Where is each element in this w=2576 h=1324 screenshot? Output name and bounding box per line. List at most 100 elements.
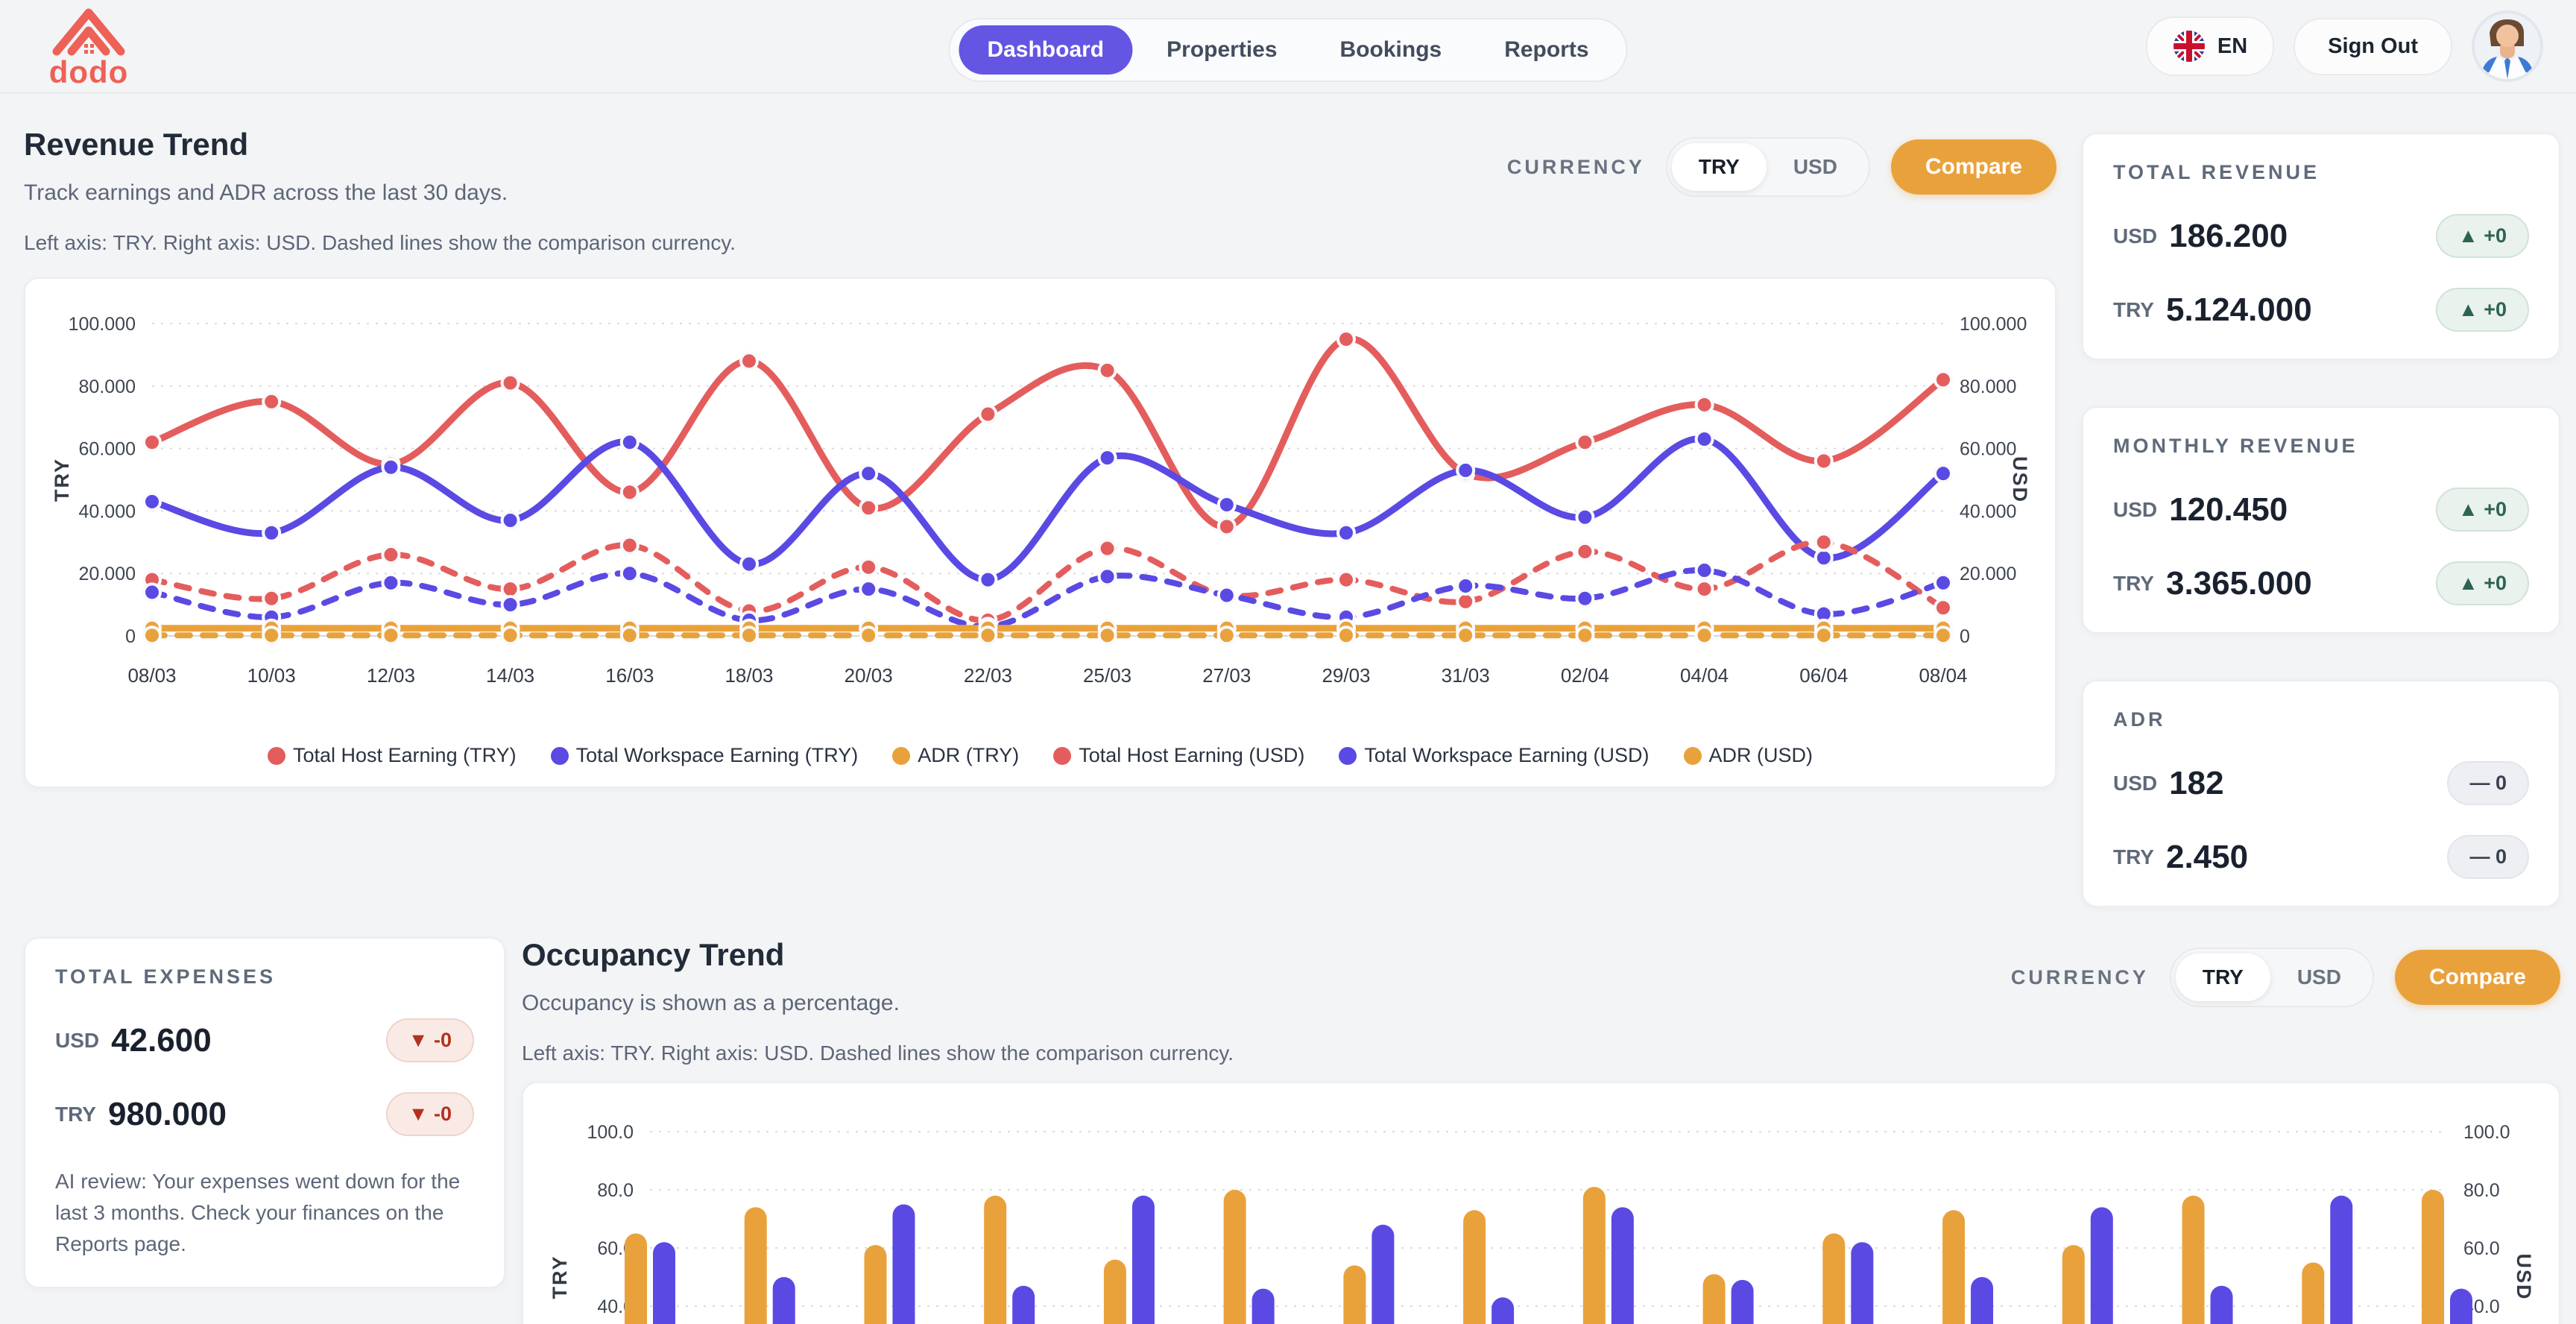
metric-badge: — 0 xyxy=(2447,835,2529,879)
currency-option-usd[interactable]: USD xyxy=(2270,953,2368,1001)
metric-currency: TRY xyxy=(2113,572,2154,596)
svg-text:29/03: 29/03 xyxy=(1322,664,1370,687)
revenue-currency-toggle: TRYUSD xyxy=(1666,137,1870,197)
svg-text:USD: USD xyxy=(2009,456,2031,503)
svg-text:80.000: 80.000 xyxy=(1960,376,2016,397)
metric-value: 3.365.000 xyxy=(2166,565,2312,602)
legend-item: Total Host Earning (TRY) xyxy=(268,744,517,767)
stats-sidebar: TOTAL REVENUEUSD186.200▲ +0TRY5.124.000▲… xyxy=(2082,133,2560,907)
metric-value: 980.000 xyxy=(108,1096,227,1133)
currency-option-usd[interactable]: USD xyxy=(1767,143,1864,191)
language-button[interactable]: EN xyxy=(2146,16,2274,76)
metric-badge: — 0 xyxy=(2447,761,2529,805)
stat-card-adr: ADRUSD182— 0TRY2.450— 0 xyxy=(2082,680,2560,907)
currency-option-try[interactable]: TRY xyxy=(1672,143,1767,191)
revenue-axis-note: Left axis: TRY. Right axis: USD. Dashed … xyxy=(24,231,736,255)
logo[interactable]: dodo xyxy=(33,2,145,90)
metric-row: USD42.600▼ -0 xyxy=(55,1018,474,1062)
revenue-header-text: Revenue Trend Track earnings and ADR acr… xyxy=(24,127,736,255)
legend-item: ADR (TRY) xyxy=(892,744,1019,767)
metric-currency: USD xyxy=(2113,498,2157,522)
svg-text:TRY: TRY xyxy=(549,1255,571,1299)
svg-text:14/03: 14/03 xyxy=(486,664,534,687)
svg-text:12/03: 12/03 xyxy=(367,664,415,687)
svg-text:27/03: 27/03 xyxy=(1202,664,1251,687)
legend-item: Total Host Earning (USD) xyxy=(1053,744,1304,767)
svg-text:06/04: 06/04 xyxy=(1799,664,1848,687)
metric-badge: ▲ +0 xyxy=(2436,488,2529,532)
nav-item-reports[interactable]: Reports xyxy=(1476,25,1617,75)
svg-text:TRY: TRY xyxy=(51,458,73,502)
expenses-ai-note: AI review: Your expenses went down for t… xyxy=(55,1166,474,1260)
app-header: dodo DashboardPropertiesBookingsReports … xyxy=(0,0,2576,94)
legend-dot xyxy=(551,747,569,765)
svg-text:0: 0 xyxy=(1960,626,1970,647)
legend-label: Total Host Earning (USD) xyxy=(1079,744,1304,767)
metric-badge: ▼ -0 xyxy=(386,1018,474,1062)
legend-dot xyxy=(892,747,910,765)
svg-text:80.000: 80.000 xyxy=(79,376,136,397)
revenue-section: Revenue Trend Track earnings and ADR acr… xyxy=(24,94,2056,907)
logo-text: dodo xyxy=(49,54,129,90)
metric-badge: ▲ +0 xyxy=(2436,288,2529,332)
revenue-compare-button[interactable]: Compare xyxy=(1891,139,2056,195)
main-content: Revenue Trend Track earnings and ADR acr… xyxy=(0,94,2576,1324)
svg-text:60.000: 60.000 xyxy=(1960,439,2016,460)
metric-value: 182 xyxy=(2169,765,2223,802)
occupancy-title: Occupancy Trend xyxy=(522,937,1234,973)
metric-value: 2.450 xyxy=(2166,839,2248,876)
user-avatar[interactable] xyxy=(2472,10,2543,82)
metric-row: TRY 3.365.000 ▲ +0 xyxy=(2113,561,2529,605)
metric-badge: ▲ +0 xyxy=(2436,561,2529,605)
uk-flag-icon xyxy=(2173,30,2206,63)
legend-label: Total Workspace Earning (TRY) xyxy=(576,744,859,767)
metric-currency: TRY xyxy=(2113,298,2154,322)
metric-currency: TRY xyxy=(55,1103,96,1126)
stat-card-title: TOTAL REVENUE xyxy=(2113,161,2529,184)
svg-text:20.000: 20.000 xyxy=(1960,564,2016,584)
occupancy-axis-note: Left axis: TRY. Right axis: USD. Dashed … xyxy=(522,1041,1234,1065)
revenue-line-chart: 0020.00020.00040.00040.00060.00060.00080… xyxy=(25,297,2055,733)
stat-card-title: MONTHLY REVENUE xyxy=(2113,435,2529,458)
legend-dot xyxy=(1339,747,1357,765)
svg-text:100.0: 100.0 xyxy=(587,1122,634,1143)
legend-item: Total Workspace Earning (TRY) xyxy=(551,744,859,767)
occupancy-controls: CURRENCY TRYUSD Compare xyxy=(2011,948,2560,1007)
currency-label: CURRENCY xyxy=(2011,966,2149,989)
stat-card-total-revenue: TOTAL REVENUE USD186.200▲ +0 TRY 5.124.000 ▲… xyxy=(2082,133,2560,360)
metric-value: 120.450 xyxy=(2169,491,2288,529)
metric-row: USD186.200▲ +0 xyxy=(2113,214,2529,258)
currency-option-try[interactable]: TRY xyxy=(2176,953,2270,1001)
expenses-card-title: TOTAL EXPENSES xyxy=(55,965,474,989)
svg-text:80.0: 80.0 xyxy=(2463,1180,2500,1201)
sign-out-button[interactable]: Sign Out xyxy=(2294,18,2452,75)
occupancy-chart-card: 0.00.020.020.040.040.060.060.080.080.010… xyxy=(522,1082,2560,1324)
legend-item: ADR (USD) xyxy=(1684,744,1813,767)
legend-label: Total Host Earning (TRY) xyxy=(293,744,517,767)
legend-label: ADR (USD) xyxy=(1709,744,1813,767)
metric-row: TRY 5.124.000 ▲ +0 xyxy=(2113,288,2529,332)
legend-label: Total Workspace Earning (USD) xyxy=(1364,744,1649,767)
nav-item-properties[interactable]: Properties xyxy=(1138,25,1305,75)
svg-text:04/04: 04/04 xyxy=(1680,664,1729,687)
occupancy-header-text: Occupancy Trend Occupancy is shown as a … xyxy=(522,937,1234,1065)
svg-text:100.0: 100.0 xyxy=(2463,1122,2510,1143)
occupancy-compare-button[interactable]: Compare xyxy=(2395,950,2560,1005)
nav-item-dashboard[interactable]: Dashboard xyxy=(959,25,1132,75)
nav-item-bookings[interactable]: Bookings xyxy=(1312,25,1471,75)
revenue-chart-legend: Total Host Earning (TRY) Total Workspace … xyxy=(25,737,2055,786)
svg-text:08/04: 08/04 xyxy=(1919,664,1967,687)
logo-house-icon xyxy=(49,2,128,59)
occupancy-currency-toggle: TRYUSD xyxy=(2170,948,2374,1007)
metric-row: TRY 980.000 ▼ -0 xyxy=(55,1092,474,1136)
occupancy-bar-chart: 0.00.020.020.040.040.060.060.080.080.010… xyxy=(523,1091,2559,1324)
total-expenses-card: TOTAL EXPENSES USD42.600▼ -0 TRY 980.000 ▼ … xyxy=(24,937,505,1288)
metric-currency: TRY xyxy=(2113,845,2154,869)
sign-out-label: Sign Out xyxy=(2328,34,2418,59)
revenue-controls: CURRENCY TRYUSD Compare xyxy=(1507,137,2056,197)
metric-badge: ▼ -0 xyxy=(386,1092,474,1136)
metric-value: 5.124.000 xyxy=(2166,291,2312,329)
svg-text:60.0: 60.0 xyxy=(2463,1238,2500,1259)
metric-value: 186.200 xyxy=(2169,218,2288,255)
svg-text:60.000: 60.000 xyxy=(79,439,136,460)
